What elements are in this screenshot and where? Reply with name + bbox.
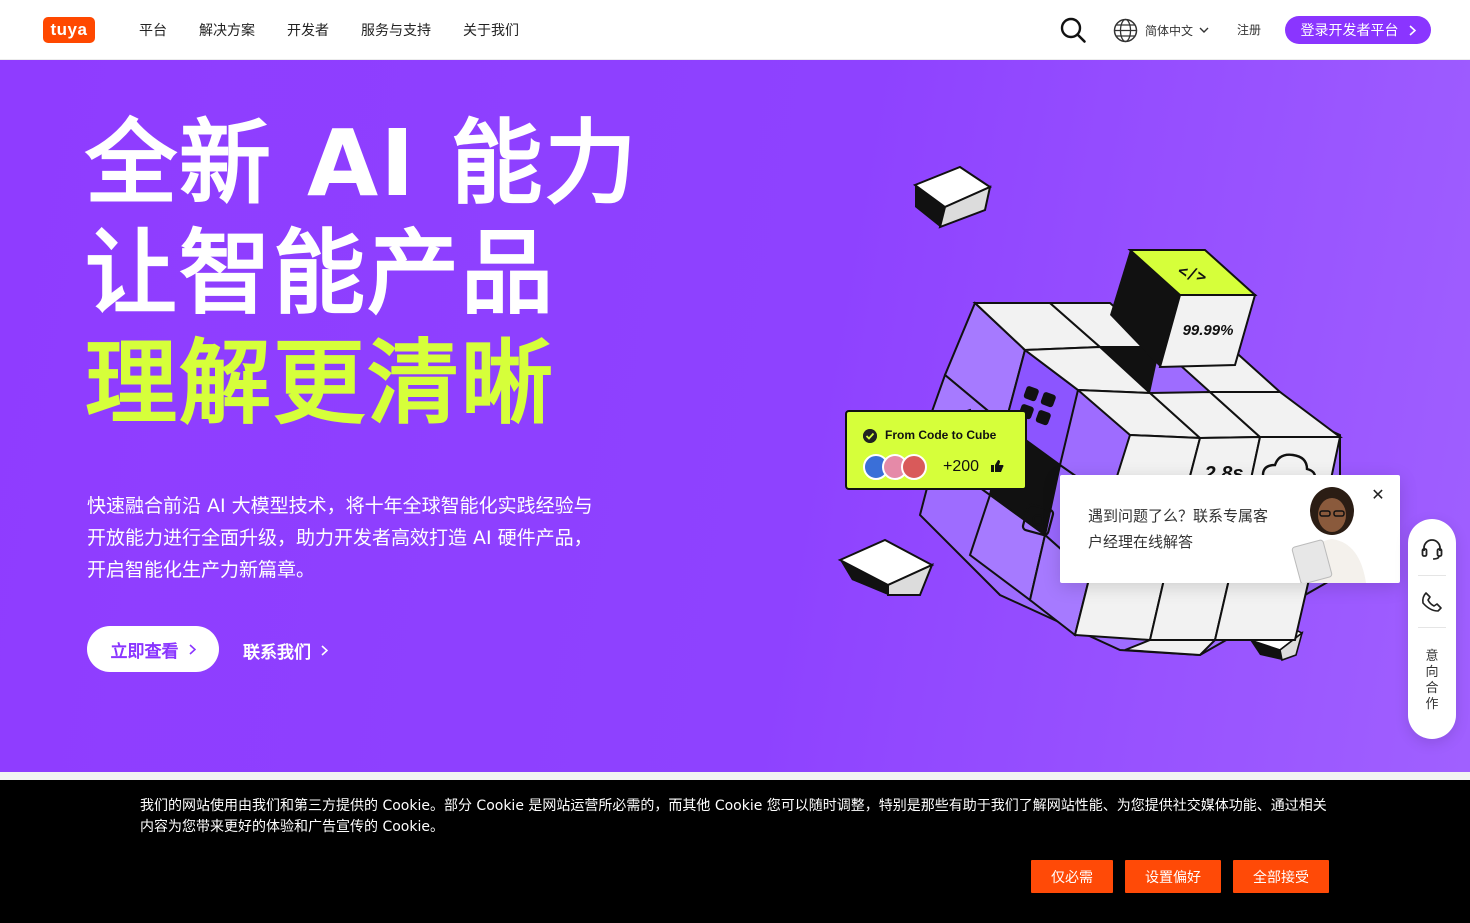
avatar [901,454,927,480]
phone-icon [1422,592,1442,612]
cookie-text: 我们的网站使用由我们和第三方提供的 Cookie。部分 Cookie 是网站运营… [140,798,1327,835]
login-button-label: 登录开发者平台 [1300,23,1399,39]
tuya-logo[interactable]: tuya [43,17,95,43]
avatar-group [863,454,927,480]
floating-cube-top [912,165,993,229]
view-now-label: 立即查看 [110,641,179,662]
chevron-down-icon [1199,27,1209,33]
nav-about[interactable]: 关于我们 [463,20,519,40]
chevron-right-icon [1408,24,1416,36]
nav-developers[interactable]: 开发者 [287,20,329,40]
floating-side-rail: 意向合作 [1408,519,1456,739]
customer-service-button[interactable] [1408,535,1456,563]
search-icon[interactable] [1059,16,1087,44]
hero-title-line1: 全新 AI 能力 [85,110,639,217]
card-count: +200 [943,458,980,475]
necessary-only-button[interactable]: 仅必需 [1031,860,1113,893]
intent-cooperation-button[interactable]: 意向合作 [1408,649,1456,713]
login-developer-platform-button[interactable]: 登录开发者平台 [1285,16,1431,44]
chevron-right-icon [321,645,328,656]
hero-description: 快速融合前沿 AI 大模型技术，将十年全球智能化实践经验与开放能力进行全面升级，… [87,495,593,581]
chat-message: 遇到问题了么？联系专属客户经理在线解答 [1088,507,1269,551]
thumbs-up-icon [991,460,1004,472]
nav-platform[interactable]: 平台 [139,20,167,40]
card-title: From Code to Cube [885,428,997,442]
nav-support[interactable]: 服务与支持 [361,20,431,40]
contact-us-label: 联系我们 [243,643,311,663]
headset-icon [1421,539,1443,560]
intent-cooperation-label: 意向合作 [1425,649,1439,712]
accept-all-button[interactable]: 全部接受 [1233,860,1329,893]
close-icon[interactable]: ✕ [1370,487,1386,503]
hero-title-line3: 理解更清晰 [85,330,556,437]
uptime-metric: 99.99% [1183,322,1234,339]
set-preferences-button[interactable]: 设置偏好 [1125,860,1221,893]
phone-button[interactable] [1408,589,1456,615]
hero-title-line2: 让智能产品 [85,220,556,327]
cookie-banner: 我们的网站使用由我们和第三方提供的 Cookie。部分 Cookie 是网站运营… [0,780,1470,923]
check-circle-icon [863,429,877,443]
register-link[interactable]: 注册 [1237,21,1261,38]
language-selector[interactable]: 简体中文 [1113,17,1216,43]
hero-banner: 全新 AI 能力 让智能产品 理解更清晰 快速融合前沿 AI 大模型技术，将十年… [0,60,1470,772]
language-label: 简体中文 [1145,23,1194,38]
rail-divider [1418,627,1446,628]
contact-us-link[interactable]: 联系我们 [243,638,328,663]
cookie-separator [0,772,1470,780]
top-navbar: tuya 平台 解决方案 开发者 服务与支持 关于我们 简体中文 注册 登录开发… [0,0,1470,60]
floating-cube-left [837,538,935,596]
rail-divider [1418,575,1446,576]
chat-popup: 遇到问题了么？联系专属客户经理在线解答 ✕ [1060,475,1400,583]
globe-icon [1113,18,1138,42]
agent-avatar [1291,487,1366,583]
from-code-to-cube-card: From Code to Cube +200 [845,410,1027,490]
view-now-button[interactable]: 立即查看 [87,626,219,672]
chevron-right-icon [188,643,196,655]
nav-solutions[interactable]: 解决方案 [199,20,255,40]
main-nav: 平台 解决方案 开发者 服务与支持 关于我们 [139,0,551,60]
